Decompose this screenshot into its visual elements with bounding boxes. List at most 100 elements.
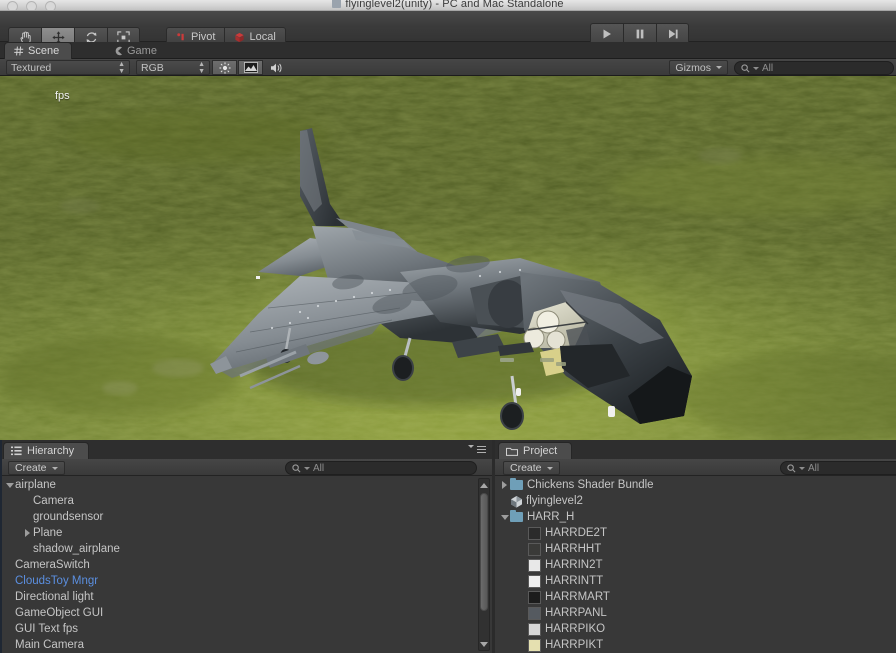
lighting-toggle[interactable]	[212, 60, 237, 75]
hierarchy-control-row: Create All	[0, 459, 492, 476]
hierarchy-options-icon[interactable]	[468, 445, 486, 448]
project-item-harrhht[interactable]: HARRHHT	[495, 541, 896, 557]
hierarchy-scrollbar[interactable]	[478, 478, 490, 651]
image-icon	[243, 62, 258, 73]
tab-project-label: Project	[523, 445, 558, 457]
search-icon	[741, 63, 750, 72]
hierarchy-item-main-camera[interactable]: Main Camera	[0, 637, 492, 653]
tab-project[interactable]: Project	[498, 442, 573, 459]
tab-hierarchy[interactable]: Hierarchy	[3, 442, 90, 459]
gizmos-dropdown[interactable]: Gizmos	[669, 60, 728, 75]
scroll-up-arrow-icon[interactable]	[479, 479, 489, 491]
tab-game[interactable]: Game	[104, 42, 169, 59]
project-search-text: All	[808, 462, 820, 474]
hierarchy-item-gui-text-fps[interactable]: GUI Text fps	[0, 621, 492, 637]
speaker-icon	[270, 63, 282, 72]
bottom-panels: Hierarchy Create All airplane Camera gro…	[0, 440, 896, 653]
hierarchy-lock-caret-icon	[468, 445, 474, 448]
hierarchy-item-cloudstoy-mngr[interactable]: CloudsToy Mngr	[0, 573, 492, 589]
hierarchy-tree[interactable]: airplane Camera groundsensor Plane shadow_ai…	[0, 477, 492, 653]
hierarchy-item-label: GUI Text fps	[15, 623, 79, 635]
chevron-down-icon	[716, 66, 722, 69]
scene-viewport[interactable]: fps	[0, 76, 896, 440]
project-item-harrpiko[interactable]: HARRPIKO	[495, 621, 896, 637]
expander-right-icon[interactable]	[22, 529, 33, 537]
project-item-harrpikt[interactable]: HARRPIKT	[495, 637, 896, 653]
project-tree[interactable]: Chickens Shader Bundle flyinglevel2 HARR_H…	[495, 477, 896, 653]
tab-scene-label: Scene	[28, 45, 60, 57]
project-item-label: HARRPANL	[545, 607, 607, 619]
texture-thumbnail	[528, 638, 541, 652]
project-create-label: Create	[510, 462, 542, 474]
scene-view-toolbar: Textured ▲ ▼ RGB ▲ ▼ Gizmos All	[0, 59, 896, 76]
hierarchy-item-shadow-airplane[interactable]: shadow_airplane	[0, 541, 492, 557]
hierarchy-item-label: CameraSwitch	[15, 559, 90, 571]
scene-search-input[interactable]: All	[734, 61, 894, 75]
expander-down-icon[interactable]	[499, 515, 510, 520]
window-title-text: flyinglevel2(unity) - PC and Mac Standal…	[345, 0, 564, 10]
unity-editor-window: flyinglevel2(unity) - PC and Mac Standal…	[0, 0, 896, 653]
draw-mode-dropdown[interactable]: Textured ▲ ▼	[6, 60, 130, 75]
hierarchy-item-directional-light[interactable]: Directional light	[0, 589, 492, 605]
project-item-harrintt[interactable]: HARRINTT	[495, 573, 896, 589]
hierarchy-item-camera[interactable]: Camera	[0, 493, 492, 509]
view-tab-strip: Scene Game	[0, 42, 896, 59]
expander-right-icon[interactable]	[499, 481, 510, 489]
pivot-icon	[177, 32, 184, 40]
chevron-updown-icon: ▲ ▼	[118, 60, 125, 75]
hierarchy-search-input[interactable]: All	[285, 461, 477, 475]
harrier-jet-model[interactable]	[0, 76, 896, 440]
window-titlebar: flyinglevel2(unity) - PC and Mac Standal…	[0, 0, 896, 11]
tab-hierarchy-label: Hierarchy	[27, 445, 75, 457]
project-item-label: HARRDE2T	[545, 527, 607, 539]
unity-scene-icon	[510, 495, 523, 508]
render-mode-dropdown[interactable]: RGB ▲ ▼	[136, 60, 210, 75]
hierarchy-create-button[interactable]: Create	[8, 461, 65, 475]
texture-thumbnail	[528, 526, 541, 540]
hierarchy-item-label: GameObject GUI	[15, 607, 104, 619]
hierarchy-item-label: groundsensor	[33, 511, 104, 523]
hierarchy-search-text: All	[313, 462, 325, 474]
texture-thumbnail	[528, 590, 541, 604]
hierarchy-scroll-thumb[interactable]	[480, 493, 488, 611]
project-item-harrpanl[interactable]: HARRPANL	[495, 605, 896, 621]
project-item-harrde2t[interactable]: HARRDE2T	[495, 525, 896, 541]
local-cube-icon	[235, 32, 245, 42]
main-toolbar: Pivot Local	[0, 11, 896, 47]
scroll-down-arrow-icon[interactable]	[479, 638, 489, 650]
project-item-harrin2t[interactable]: HARRIN2T	[495, 557, 896, 573]
tab-game-label: Game	[127, 44, 157, 57]
project-item-label: HARRIN2T	[545, 559, 603, 571]
project-item-label: HARRPIKO	[545, 623, 606, 635]
hierarchy-item-label: shadow_airplane	[33, 543, 120, 555]
project-item-flyinglevel2[interactable]: flyinglevel2	[495, 493, 896, 509]
hierarchy-create-label: Create	[15, 462, 47, 474]
hierarchy-panel: Hierarchy Create All airplane Camera gro…	[0, 440, 492, 653]
folder-icon	[510, 478, 523, 490]
fx-toggle[interactable]	[238, 60, 263, 75]
chevron-down-icon-hierarchy	[51, 466, 58, 470]
project-item-chickens-shader-bundle[interactable]: Chickens Shader Bundle	[495, 477, 896, 493]
expander-down-icon[interactable]	[4, 483, 15, 488]
project-search-input[interactable]: All	[780, 461, 896, 475]
texture-thumbnail	[528, 542, 541, 556]
audio-toggle[interactable]	[264, 60, 289, 75]
project-item-harrmart[interactable]: HARRMART	[495, 589, 896, 605]
project-create-button[interactable]: Create	[503, 461, 560, 475]
texture-thumbnail	[528, 574, 541, 588]
hierarchy-item-airplane[interactable]: airplane	[0, 477, 492, 493]
chevron-updown-icon-2: ▲ ▼	[198, 60, 205, 75]
project-panel: Project Create All Chickens Shader Bundl…	[495, 440, 896, 653]
hierarchy-item-gameobject-gui[interactable]: GameObject GUI	[0, 605, 492, 621]
project-item-label: flyinglevel2	[526, 495, 583, 507]
folder-icon	[510, 510, 523, 522]
project-item-harr-h[interactable]: HARR_H	[495, 509, 896, 525]
sun-icon	[218, 61, 231, 74]
hierarchy-search-caret-icon	[304, 466, 310, 470]
hierarchy-item-groundsensor[interactable]: groundsensor	[0, 509, 492, 525]
tab-scene[interactable]: Scene	[4, 42, 73, 59]
texture-thumbnail	[528, 622, 541, 636]
hierarchy-item-cameraswitch[interactable]: CameraSwitch	[0, 557, 492, 573]
hierarchy-item-plane[interactable]: Plane	[0, 525, 492, 541]
pause-icon	[636, 29, 644, 39]
